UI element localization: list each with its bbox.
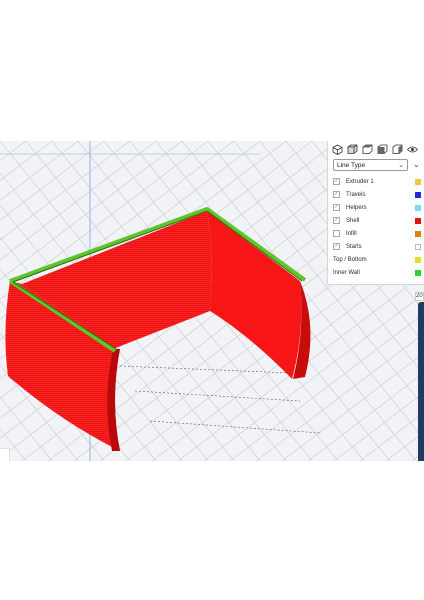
checkbox-extruder-1[interactable]: ✓ <box>333 178 340 185</box>
toggle-extruder-1[interactable]: ✓ Extruder 1 <box>333 177 423 187</box>
corner-panel <box>0 448 10 461</box>
label-top-bottom: Top / Bottom <box>333 257 367 263</box>
swatch-top-bottom <box>415 257 421 263</box>
swatch-inner-wall <box>415 270 421 276</box>
swatch-infill <box>415 231 421 237</box>
view-type-select[interactable]: Line Type ⌄ <box>333 159 408 171</box>
layer-slider-track[interactable] <box>418 302 424 461</box>
toggle-infill[interactable]: Infill <box>333 229 423 239</box>
checkbox-travels[interactable]: ✓ <box>333 191 340 198</box>
panel-collapse-chevron-down-icon[interactable]: ⌄ <box>413 159 420 171</box>
toggle-starts[interactable]: ✓ Starts <box>333 242 423 252</box>
legend-inner-wall: Inner Wall <box>333 268 423 278</box>
view-type-value: Line Type <box>337 162 366 169</box>
checkbox-starts[interactable]: ✓ <box>333 243 340 250</box>
view-buttons <box>332 144 418 156</box>
3d-view-icon[interactable] <box>332 144 343 155</box>
swatch-travels <box>415 192 421 198</box>
label-travels: Travels <box>346 192 366 198</box>
visibility-icon[interactable] <box>407 144 418 155</box>
label-extruder-1: Extruder 1 <box>346 179 374 185</box>
swatch-shell <box>415 218 421 224</box>
label-infill: Infill <box>346 231 357 237</box>
left-view-icon[interactable] <box>377 144 388 155</box>
swatch-extruder-1 <box>415 179 421 185</box>
label-shell: Shell <box>346 218 360 224</box>
label-helpers: Helpers <box>346 205 367 211</box>
front-view-icon[interactable] <box>347 144 358 155</box>
toggle-shell[interactable]: ✓ Shell <box>333 216 423 226</box>
checkbox-shell[interactable]: ✓ <box>333 217 340 224</box>
toggle-travels[interactable]: ✓ Travels <box>333 190 423 200</box>
swatch-helpers <box>415 205 421 211</box>
right-view-icon[interactable] <box>392 144 403 155</box>
toggle-helpers[interactable]: ✓ Helpers <box>333 203 423 213</box>
chevron-down-icon: ⌄ <box>398 162 404 169</box>
label-inner-wall: Inner Wall <box>333 270 360 276</box>
label-starts: Starts <box>346 244 362 250</box>
checkbox-helpers[interactable]: ✓ <box>333 204 340 211</box>
legend-top-bottom: Top / Bottom <box>333 255 423 265</box>
right-wall-inner <box>207 211 302 379</box>
swatch-starts <box>415 244 421 250</box>
color-scheme-panel: Line Type ⌄ ⌄ ✓ Extruder 1 ✓ Travels ✓ H… <box>327 141 424 285</box>
layer-number-label[interactable]: 20 <box>415 292 424 301</box>
top-view-icon[interactable] <box>362 144 373 155</box>
checkbox-infill[interactable] <box>333 230 340 237</box>
